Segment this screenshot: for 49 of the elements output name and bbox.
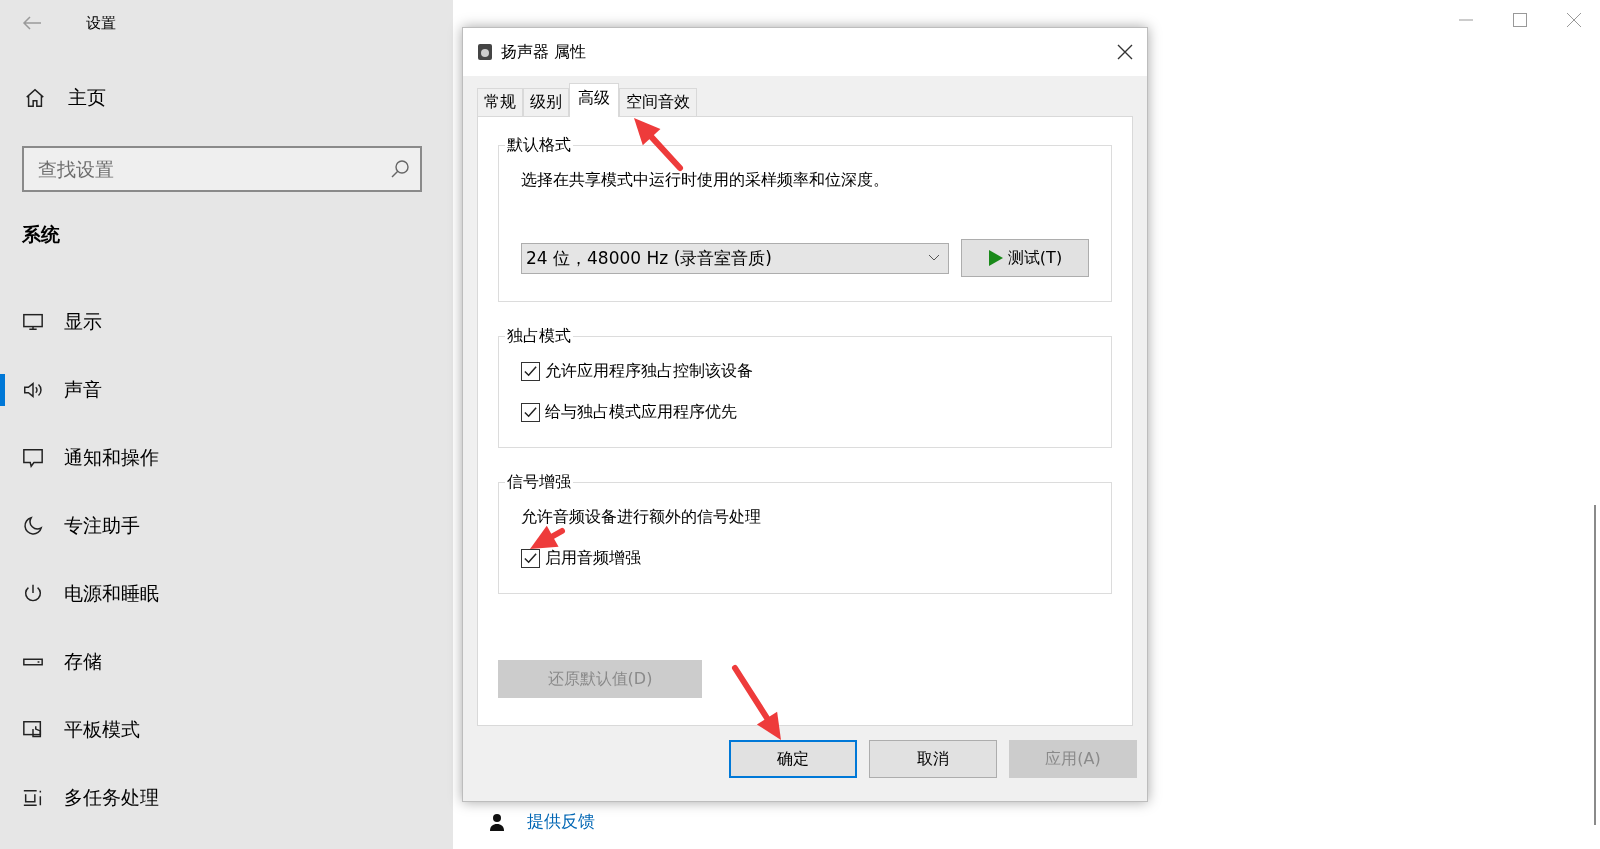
annotation-arrow bbox=[634, 118, 683, 171]
group-title: 独占模式 bbox=[506, 326, 572, 347]
close-icon[interactable] bbox=[1117, 44, 1133, 60]
speaker-icon bbox=[477, 43, 493, 61]
group-title: 信号增强 bbox=[506, 472, 572, 493]
nav-item[interactable]: 平板模式 bbox=[64, 717, 140, 743]
feedback-link[interactable]: 提供反馈 bbox=[527, 810, 595, 833]
monitor-icon bbox=[22, 311, 44, 333]
nav-item[interactable]: 显示 bbox=[64, 309, 102, 335]
app-title: 设置 bbox=[86, 13, 116, 33]
nav-item[interactable]: 多任务处理 bbox=[64, 785, 159, 811]
play-icon bbox=[987, 249, 1004, 267]
checkbox-label[interactable]: 给与独占模式应用程序优先 bbox=[521, 402, 1089, 423]
search-field[interactable]: 查找设置 bbox=[22, 146, 422, 192]
nav-item[interactable]: 声音 bbox=[64, 377, 102, 403]
dialog-button[interactable]: 确定 bbox=[729, 740, 857, 778]
dialog-title: 扬声器 属性 bbox=[501, 41, 588, 63]
checkbox-label[interactable]: 允许应用程序独占控制该设备 bbox=[521, 361, 1089, 382]
speaker-icon bbox=[22, 379, 44, 401]
nav-item[interactable]: 电源和睡眠 bbox=[64, 581, 159, 607]
annotation-arrow bbox=[530, 525, 565, 549]
tab[interactable]: 常规 bbox=[477, 88, 523, 116]
chevron-down-icon bbox=[928, 254, 940, 262]
checkbox[interactable] bbox=[521, 362, 540, 381]
nav-item[interactable]: 通知和操作 bbox=[64, 445, 159, 471]
checkbox[interactable] bbox=[521, 403, 540, 422]
scrollbar[interactable] bbox=[1594, 505, 1596, 825]
multitask-icon bbox=[22, 787, 44, 809]
group-description: 选择在共享模式中运行时使用的采样频率和位深度。 bbox=[521, 170, 890, 191]
checkbox-label[interactable]: 启用音频增强 bbox=[521, 548, 1089, 569]
checkbox[interactable] bbox=[521, 549, 540, 568]
dialog-button[interactable]: 取消 bbox=[869, 740, 997, 778]
search-icon[interactable] bbox=[390, 159, 410, 179]
test-button[interactable]: 测试(T) bbox=[961, 239, 1089, 277]
format-dropdown[interactable]: 24 位，48000 Hz (录音室音质) bbox=[521, 242, 949, 274]
moon-icon bbox=[22, 515, 44, 537]
group-title: 默认格式 bbox=[506, 135, 572, 156]
nav-item[interactable]: 专注助手 bbox=[64, 513, 140, 539]
nav-item[interactable]: 主页 bbox=[68, 85, 106, 111]
person-icon bbox=[489, 812, 505, 831]
nav-item[interactable]: 存储 bbox=[64, 649, 102, 675]
tab[interactable]: 空间音效 bbox=[619, 88, 697, 116]
group-description: 允许音频设备进行额外的信号处理 bbox=[521, 507, 762, 528]
home-icon[interactable] bbox=[24, 87, 46, 109]
maximize-icon[interactable] bbox=[1512, 12, 1528, 28]
section-heading: 系统 bbox=[21, 222, 61, 247]
message-icon bbox=[22, 447, 44, 469]
tab[interactable]: 级别 bbox=[523, 88, 569, 116]
tab[interactable]: 高级 bbox=[569, 83, 619, 117]
